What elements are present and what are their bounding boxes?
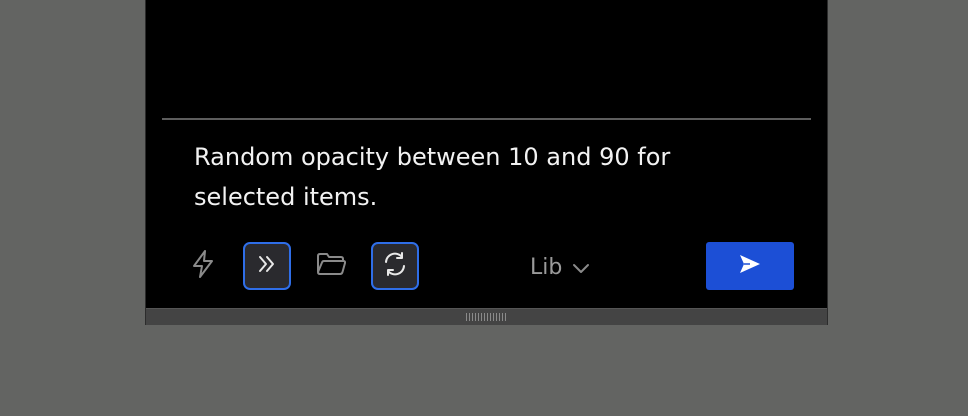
folder-icon (316, 251, 347, 281)
prompt-input[interactable]: Random opacity between 10 and 90 for sel… (194, 137, 754, 217)
refresh-toggle[interactable] (371, 242, 419, 290)
panel-footer (146, 308, 827, 325)
double-chevron-right-icon (255, 252, 279, 280)
chevron-down-icon (572, 255, 590, 280)
lightning-button[interactable] (179, 242, 227, 290)
prompt-line-2: selected items. (194, 183, 378, 211)
refresh-icon (382, 251, 408, 281)
prompt-line-1: Random opacity between 10 and 90 for (194, 143, 671, 171)
auto-run-toggle[interactable] (243, 242, 291, 290)
chat-panel: Random opacity between 10 and 90 for sel… (145, 0, 828, 325)
resize-grip[interactable] (466, 313, 506, 321)
send-icon (738, 253, 762, 279)
library-dropdown[interactable]: Lib (530, 250, 590, 284)
lightning-icon (190, 249, 216, 283)
send-button[interactable] (706, 242, 794, 290)
library-label: Lib (530, 254, 563, 280)
divider (162, 118, 811, 120)
folder-button[interactable] (307, 242, 355, 290)
